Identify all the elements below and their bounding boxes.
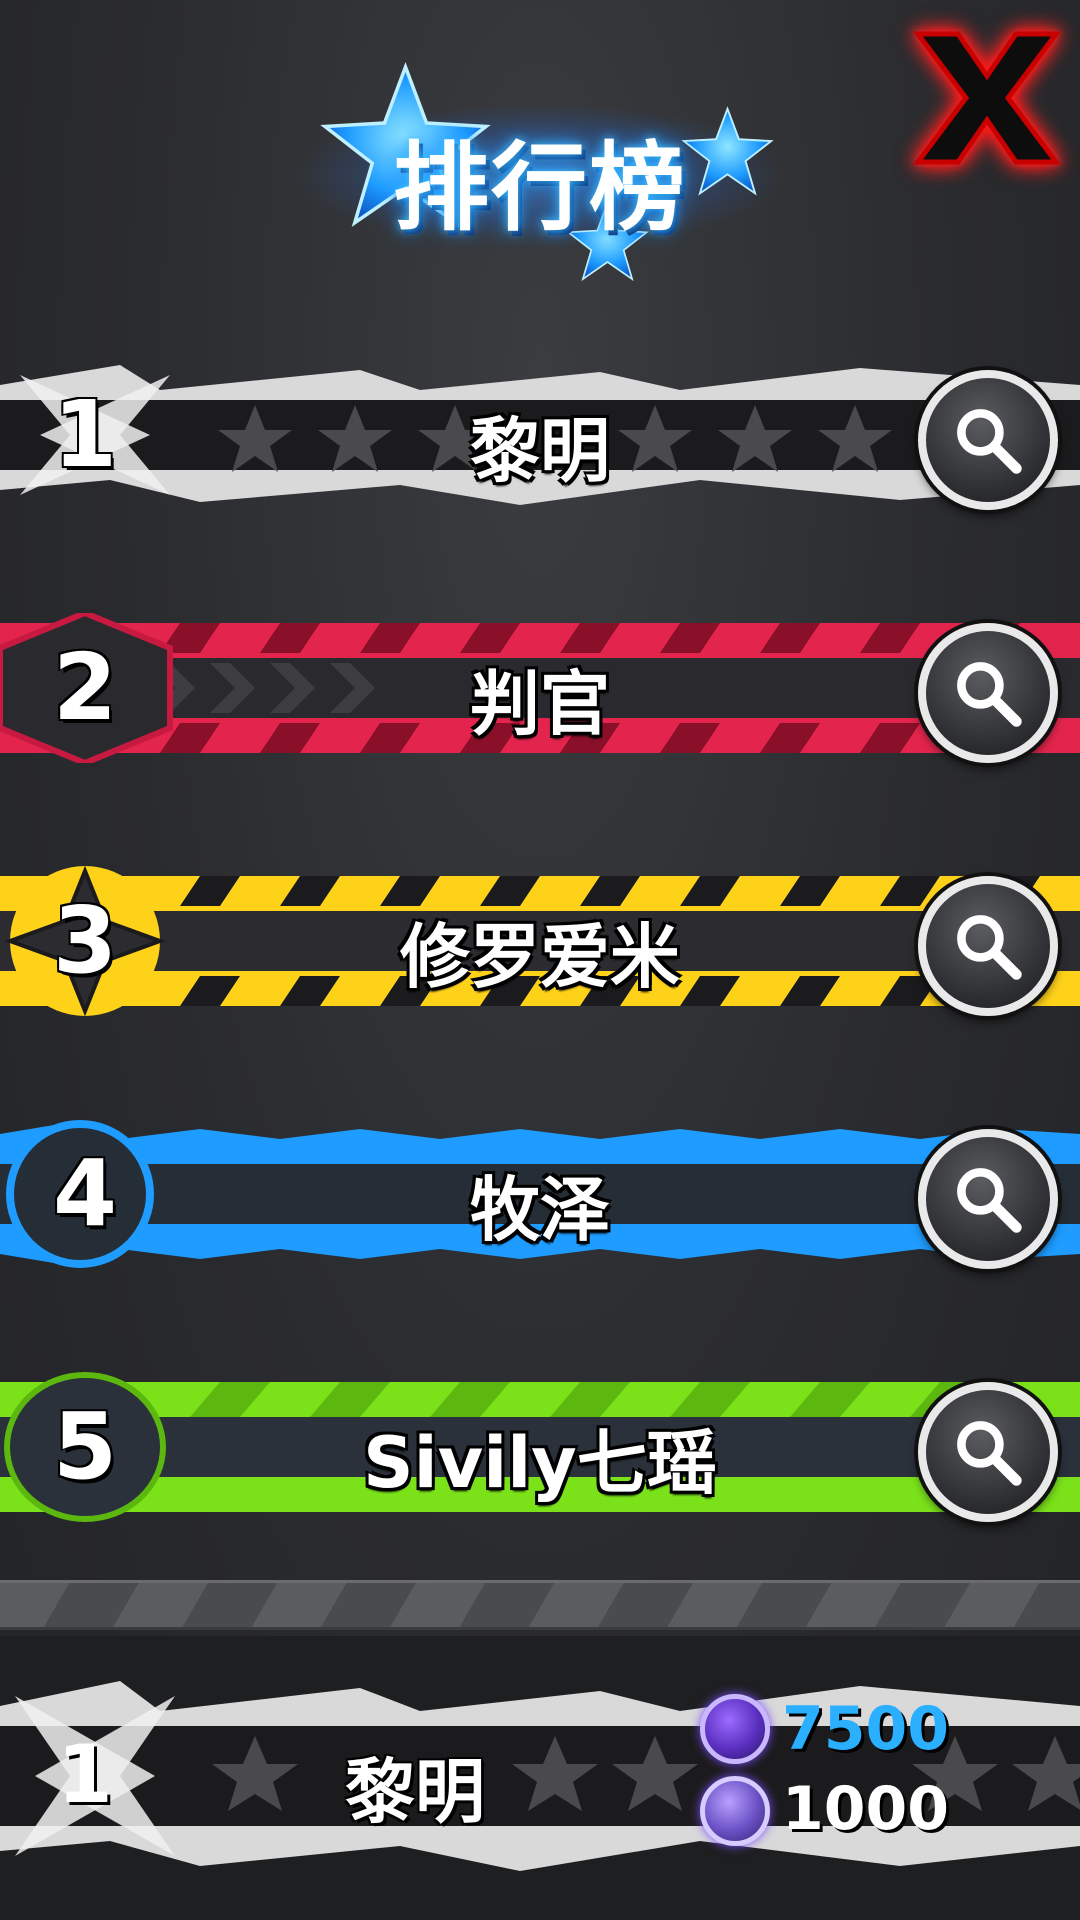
player-name: Sivily七瑶 [363,1422,717,1504]
gem-coin-icon [700,1694,770,1764]
search-icon [957,915,1022,980]
player-name: 牧泽 [470,1169,610,1251]
close-icon [913,31,1061,165]
view-player-button[interactable] [918,1129,1058,1269]
secondary-currency-value: 1000 [782,1774,949,1844]
player-name: 修罗爱米 [400,916,680,998]
leaderboard-row: 5 Sivily七瑶 [0,1332,1080,1562]
rank-number: 2 [52,634,117,741]
my-player-name: 黎明 [345,1751,485,1833]
header: 排行榜 [0,0,1080,300]
crystal-coin-icon [700,1776,770,1846]
primary-currency-value: 7500 [782,1694,949,1764]
leaderboard-row: 2 判官 [0,573,1080,803]
view-player-button[interactable] [918,623,1058,763]
rank-number: 3 [52,887,117,994]
search-icon [957,1421,1022,1486]
my-rank-number: 1 [57,1728,113,1821]
rank-number: 1 [52,381,117,488]
player-name: 黎明 [470,410,610,492]
view-player-button[interactable] [918,1382,1058,1522]
search-icon [957,662,1022,727]
list-divider [0,1580,1080,1630]
leaderboard-row: 3 修罗爱米 [0,826,1080,1056]
my-ranking-panel: 1 黎明 7500 1000 [0,1636,1080,1920]
search-icon [957,1168,1022,1233]
view-player-button[interactable] [918,876,1058,1016]
view-player-button[interactable] [918,370,1058,510]
search-icon [957,409,1022,474]
rank-number: 4 [52,1140,117,1247]
close-button[interactable] [912,28,1062,168]
leaderboard-row: 1 黎明 [0,320,1080,550]
player-name: 判官 [470,663,610,745]
rank-number: 5 [52,1393,117,1500]
leaderboard-row: 4 牧泽 [0,1079,1080,1309]
